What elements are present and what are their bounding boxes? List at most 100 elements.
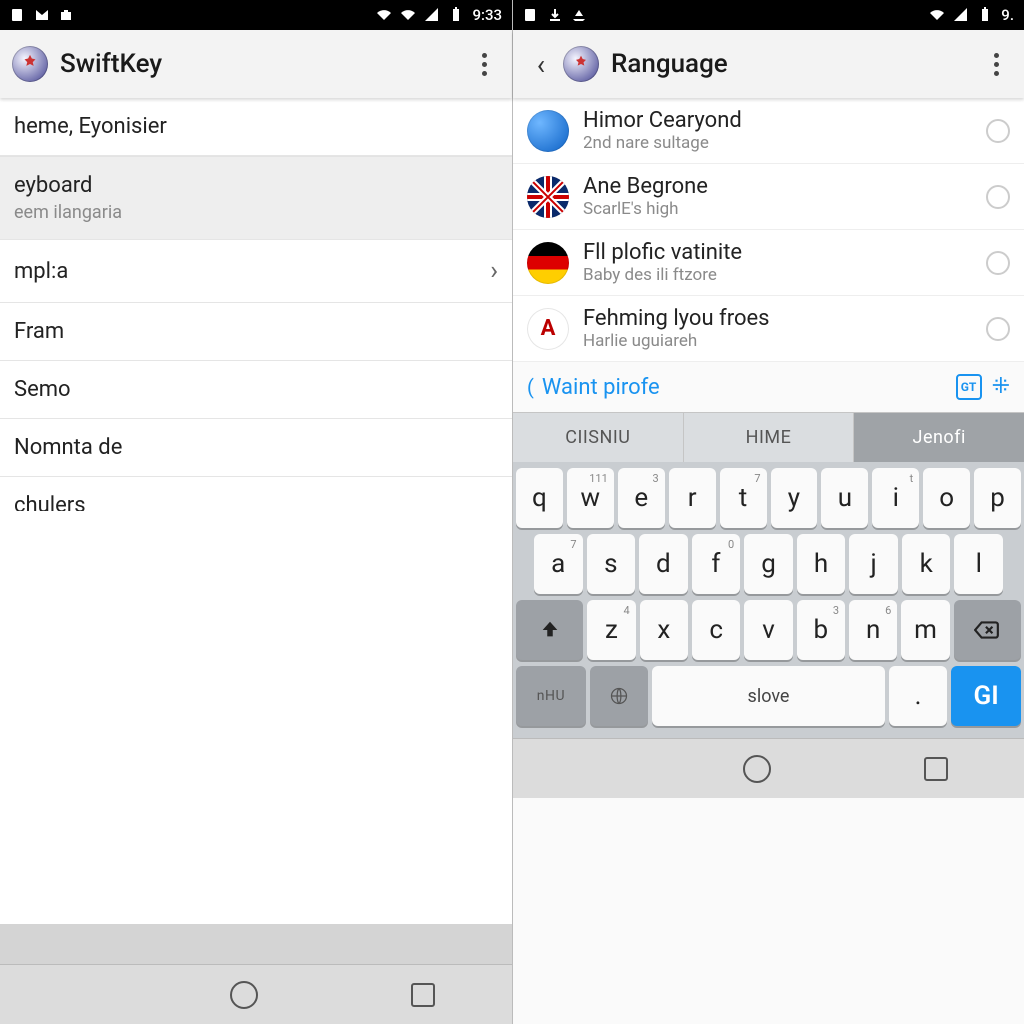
key-t[interactable]: t7 — [720, 468, 767, 528]
key-hint: 3 — [653, 472, 659, 485]
chevron-right-icon: › — [490, 256, 498, 286]
appbar-title: SwiftKey — [60, 49, 162, 79]
row-title: mpl:a — [14, 259, 68, 284]
language-toggle[interactable] — [986, 317, 1010, 341]
key-w[interactable]: w111 — [567, 468, 614, 528]
key-h[interactable]: h — [797, 534, 846, 594]
key-a[interactable]: a7 — [534, 534, 583, 594]
key-r[interactable]: r — [669, 468, 716, 528]
flag-icon — [527, 242, 569, 284]
key-c[interactable]: c — [692, 600, 740, 660]
add-language-row[interactable]: ( Waint pirofe GT ⁜ — [513, 362, 1024, 412]
key-k[interactable]: k — [902, 534, 951, 594]
key-q[interactable]: q — [516, 468, 563, 528]
suggestion[interactable]: CIISNIU — [513, 413, 684, 462]
key-hint: t — [910, 472, 914, 485]
key-x[interactable]: x — [640, 600, 688, 660]
settings-toggle-icon[interactable]: ⁜ — [992, 374, 1010, 400]
language-subtitle: Harlie uguiareh — [583, 331, 986, 351]
go-key[interactable]: GI — [951, 666, 1021, 726]
signal-icon — [424, 7, 440, 23]
language-toggle[interactable] — [986, 251, 1010, 275]
overflow-menu-button[interactable] — [468, 53, 500, 76]
key-y[interactable]: y — [771, 468, 818, 528]
back-button[interactable]: ‹ — [525, 48, 557, 80]
translate-icon[interactable]: GT — [956, 374, 982, 400]
suggestion-bar: CIISNIUHIMEJenofi — [513, 412, 1024, 462]
suggestion[interactable]: Jenofi — [854, 413, 1024, 462]
key-f[interactable]: f0 — [692, 534, 741, 594]
language-row[interactable]: Ane BegroneScarlE's high — [513, 164, 1024, 230]
key-m[interactable]: m — [901, 600, 949, 660]
key-g[interactable]: g — [744, 534, 793, 594]
key-u[interactable]: u — [821, 468, 868, 528]
globe-key[interactable] — [590, 666, 648, 726]
key-l[interactable]: l — [954, 534, 1003, 594]
appbar-right: ‹ Ranguage — [513, 30, 1024, 98]
overflow-menu-button[interactable] — [980, 53, 1012, 76]
status-time: 9:33 — [472, 6, 502, 24]
key-d[interactable]: d — [639, 534, 688, 594]
language-toggle[interactable] — [986, 119, 1010, 143]
backspace-key[interactable] — [954, 600, 1021, 660]
settings-row[interactable]: chulers — [0, 477, 512, 511]
status-ship-icon — [571, 7, 587, 23]
language-subtitle: 2nd nare sultage — [583, 133, 986, 153]
settings-row[interactable]: Fram — [0, 303, 512, 361]
settings-row[interactable]: eyboard eem ilangaria — [0, 156, 512, 240]
swiftkey-logo-icon — [12, 46, 48, 82]
key-j[interactable]: j — [849, 534, 898, 594]
settings-row[interactable]: mpl:a › — [0, 240, 512, 303]
language-row[interactable]: AFehming lyou froesHarlie uguiareh — [513, 296, 1024, 362]
wifi-icon-2 — [400, 7, 416, 23]
period-key[interactable]: . — [889, 666, 947, 726]
settings-row[interactable]: Nomnta de — [0, 419, 512, 477]
language-toggle[interactable] — [986, 185, 1010, 209]
flag-icon — [527, 110, 569, 152]
status-bag-icon — [58, 7, 74, 23]
signal-icon — [953, 7, 969, 23]
nav-recent-button[interactable] — [411, 983, 435, 1007]
language-row[interactable]: Himor Cearyond2nd nare sultage — [513, 98, 1024, 164]
suggestion[interactable]: HIME — [684, 413, 855, 462]
key-p[interactable]: p — [974, 468, 1021, 528]
status-rect-icon — [523, 7, 539, 23]
appbar-title: Ranguage — [611, 49, 728, 79]
language-title: Ane Begrone — [583, 174, 986, 199]
nav-recent-button[interactable] — [924, 757, 948, 781]
battery-icon — [977, 7, 993, 23]
key-s[interactable]: s — [587, 534, 636, 594]
flag-icon — [527, 176, 569, 218]
status-rect-icon — [10, 7, 26, 23]
add-language-label: Waint pirofe — [542, 375, 660, 400]
key-o[interactable]: o — [923, 468, 970, 528]
key-v[interactable]: v — [744, 600, 792, 660]
caret-icon: ( — [527, 375, 534, 399]
key-e[interactable]: e3 — [618, 468, 665, 528]
settings-row[interactable]: Semo — [0, 361, 512, 419]
key-hint: 7 — [754, 472, 760, 485]
shift-key[interactable] — [516, 600, 583, 660]
symbol-key[interactable]: nHU — [516, 666, 586, 726]
row-title: eyboard — [14, 173, 122, 198]
key-hint: 0 — [728, 538, 734, 551]
left-screen: 9:33 SwiftKey heme, Eyonisier eyboard eem … — [0, 0, 512, 1024]
flag-icon: A — [527, 308, 569, 350]
key-z[interactable]: z4 — [587, 600, 635, 660]
key-hint: 7 — [570, 538, 576, 551]
nav-home-button[interactable] — [743, 755, 771, 783]
language-list: Himor Cearyond2nd nare sultageAne Begron… — [513, 98, 1024, 362]
key-hint: 6 — [885, 604, 891, 617]
status-download-icon — [547, 7, 563, 23]
settings-row[interactable]: heme, Eyonisier — [0, 98, 512, 156]
space-key[interactable]: slove — [652, 666, 885, 726]
row-title: Nomnta de — [14, 435, 122, 460]
status-time-partial: 9. — [1001, 6, 1014, 24]
key-i[interactable]: it — [872, 468, 919, 528]
key-b[interactable]: b3 — [797, 600, 845, 660]
language-row[interactable]: Fll plofic vatiniteBaby des ili ftzore — [513, 230, 1024, 296]
key-n[interactable]: n6 — [849, 600, 897, 660]
nav-home-button[interactable] — [230, 981, 258, 1009]
language-title: Fll plofic vatinite — [583, 240, 986, 265]
row-subtitle: eem ilangaria — [14, 202, 122, 223]
